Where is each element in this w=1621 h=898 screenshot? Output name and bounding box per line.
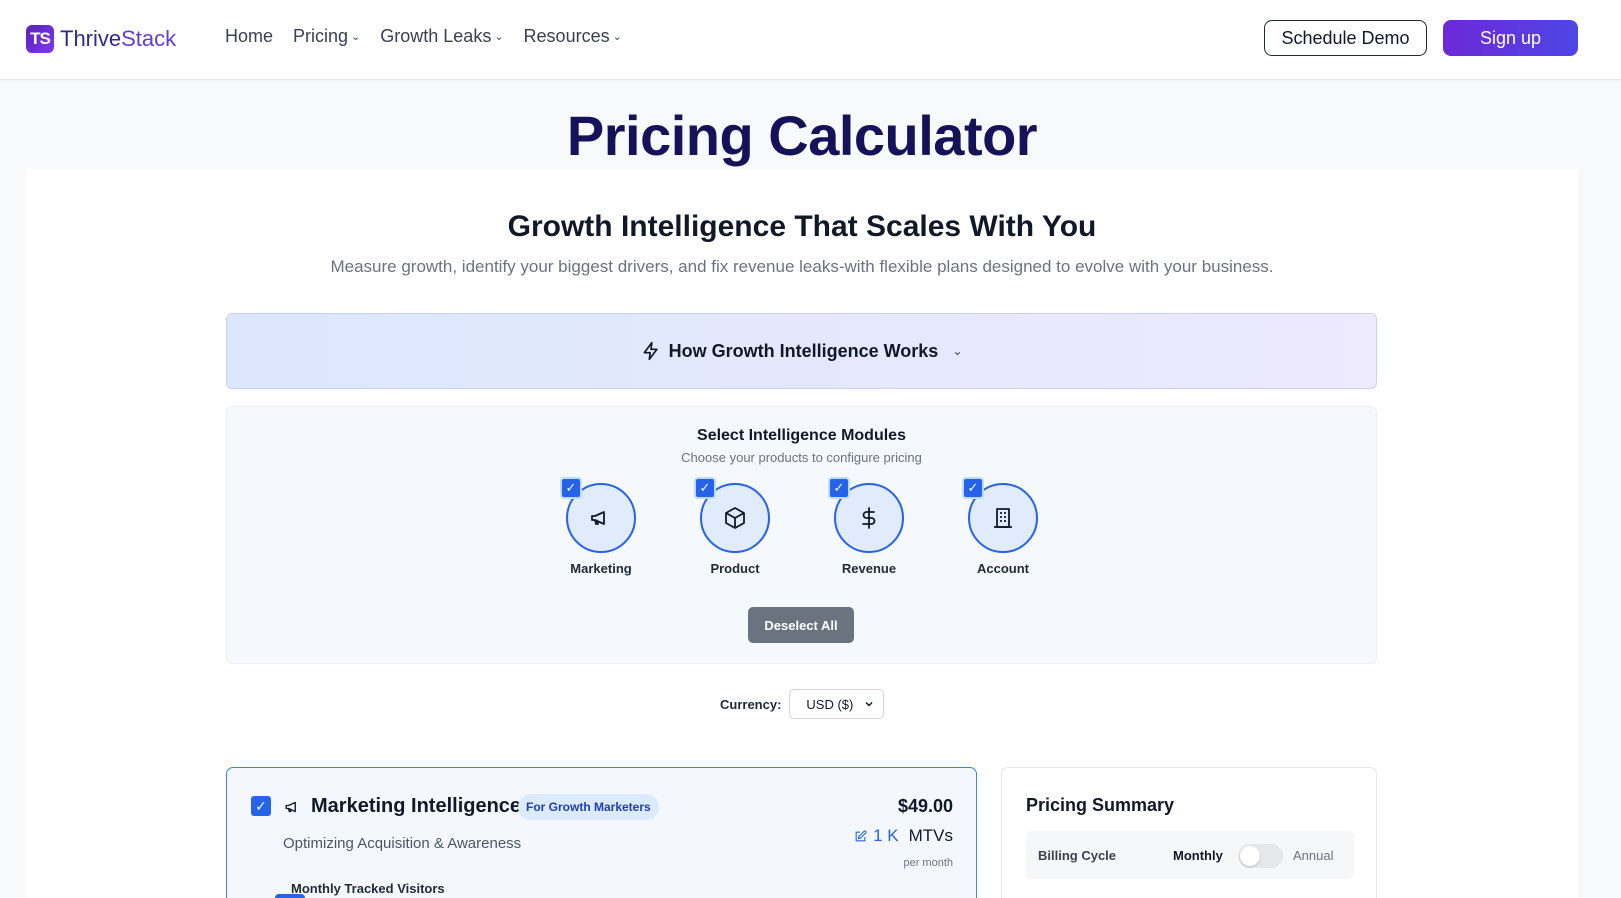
module-revenue-circle[interactable]: ✓ — [828, 477, 904, 553]
currency-label: Currency: — [720, 696, 782, 712]
module-selector: Select Intelligence Modules Choose your … — [226, 406, 1377, 664]
logo-text-part-1: Thrive — [60, 26, 122, 51]
edit-icon[interactable] — [854, 829, 867, 843]
nav-resources[interactable]: Resources ⌄ — [524, 26, 622, 47]
marketing-intelligence-card: ✓ Marketing Intelligence For Growth Mark… — [226, 767, 977, 898]
module-account[interactable]: ✓ Account — [953, 477, 1053, 576]
chevron-down-icon: ⌄ — [612, 31, 622, 43]
billing-cycle-label: Billing Cycle — [1038, 848, 1117, 863]
pricing-summary: Pricing Summary Billing Cycle Monthly An… — [1001, 767, 1377, 898]
nav-growth-leaks-label: Growth Leaks — [380, 26, 492, 46]
module-marketing-circle[interactable]: ✓ — [560, 477, 636, 553]
chevron-down-icon — [865, 701, 873, 707]
box-icon — [725, 507, 745, 529]
sign-up-button[interactable]: Sign up — [1443, 20, 1578, 56]
module-product[interactable]: ✓ Product — [685, 477, 785, 576]
module-marketing[interactable]: ✓ Marketing — [551, 477, 651, 576]
price-period: per month — [903, 857, 953, 869]
visitors-slider[interactable] — [275, 894, 305, 898]
how-it-works-label: How Growth Intelligence Works — [668, 340, 939, 361]
currency-select[interactable]: USD ($) — [789, 689, 885, 719]
deselect-all-button[interactable]: Deselect All — [748, 607, 854, 643]
module-product-circle[interactable]: ✓ — [694, 477, 770, 553]
module-selector-title: Select Intelligence Modules — [697, 427, 906, 444]
main-nav: Home Pricing ⌄ Growth Leaks ⌄ Resources ⌄ — [225, 26, 642, 47]
billing-cycle-toggle[interactable] — [1238, 844, 1283, 868]
logo-mark: TS — [26, 25, 54, 53]
module-marketing-label: Marketing — [570, 561, 632, 576]
thrivestack-logo[interactable]: TS ThriveStack — [26, 25, 176, 53]
billing-monthly-label: Monthly — [1173, 848, 1223, 863]
section-tagline: Measure growth, identify your biggest dr… — [330, 257, 1274, 276]
monthly-tracked-visitors-label: Monthly Tracked Visitors — [291, 881, 445, 896]
megaphone-icon — [591, 511, 605, 525]
nav-pricing[interactable]: Pricing ⌄ — [293, 26, 360, 47]
schedule-demo-button[interactable]: Schedule Demo — [1264, 20, 1427, 56]
module-account-circle[interactable]: ✓ — [962, 477, 1038, 553]
module-revenue-label: Revenue — [841, 561, 897, 576]
audience-badge: For Growth Marketers — [518, 794, 659, 820]
dollar-icon — [862, 507, 876, 529]
module-selector-subtitle: Choose your products to configure pricin… — [681, 450, 922, 465]
marketing-intelligence-price: $49.00 — [897, 796, 953, 816]
billing-annual-label: Annual — [1293, 848, 1334, 863]
chevron-down-icon: ⌄ — [494, 31, 504, 43]
module-revenue[interactable]: ✓ Revenue — [819, 477, 919, 576]
billing-cycle-row: Billing Cycle Monthly Annual — [1026, 831, 1354, 879]
mtv-value: 1 K — [873, 826, 899, 845]
chevron-down-icon: ⌄ — [351, 31, 361, 43]
page-title: Pricing Calculator — [566, 104, 1038, 167]
logo-text-part-2: Stack — [121, 26, 177, 51]
section-subtitle: Growth Intelligence That Scales With You — [507, 210, 1097, 243]
checkbox-checked-icon[interactable]: ✓ — [694, 477, 716, 499]
checkbox-checked-icon[interactable]: ✓ — [962, 477, 984, 499]
megaphone-icon — [285, 801, 296, 813]
currency-selected-value: USD ($) — [806, 696, 854, 712]
marketing-intelligence-description: Optimizing Acquisition & Awareness — [283, 835, 522, 852]
nav-pricing-label: Pricing — [293, 26, 349, 46]
mtv-unit: MTVs — [908, 826, 953, 845]
module-account-label: Account — [977, 561, 1029, 576]
nav-home-label: Home — [225, 26, 274, 46]
building-icon — [994, 508, 1012, 528]
lightning-icon — [643, 341, 658, 361]
chevron-down-icon: ⌄ — [952, 344, 963, 358]
logo-text: ThriveStack — [60, 26, 176, 52]
marketing-intelligence-title: Marketing Intelligence — [311, 795, 522, 817]
nav-resources-label: Resources — [523, 26, 610, 46]
site-header: TS ThriveStack Home Pricing ⌄ Growth Leak… — [0, 0, 1621, 80]
checkbox-checked-icon[interactable]: ✓ — [828, 477, 850, 499]
toggle-knob — [1240, 846, 1260, 866]
nav-growth-leaks[interactable]: Growth Leaks ⌄ — [380, 26, 503, 47]
currency-row: Currency: USD ($) — [720, 689, 885, 719]
pricing-summary-title: Pricing Summary — [1026, 795, 1175, 815]
marketing-intelligence-checkbox[interactable]: ✓ — [251, 796, 271, 816]
mtv-editor[interactable]: 1 K MTVs — [854, 826, 953, 846]
checkbox-checked-icon[interactable]: ✓ — [560, 477, 582, 499]
how-it-works-accordion[interactable]: How Growth Intelligence Works ⌄ — [226, 313, 1377, 389]
nav-home[interactable]: Home — [225, 26, 273, 47]
module-product-label: Product — [710, 561, 760, 576]
